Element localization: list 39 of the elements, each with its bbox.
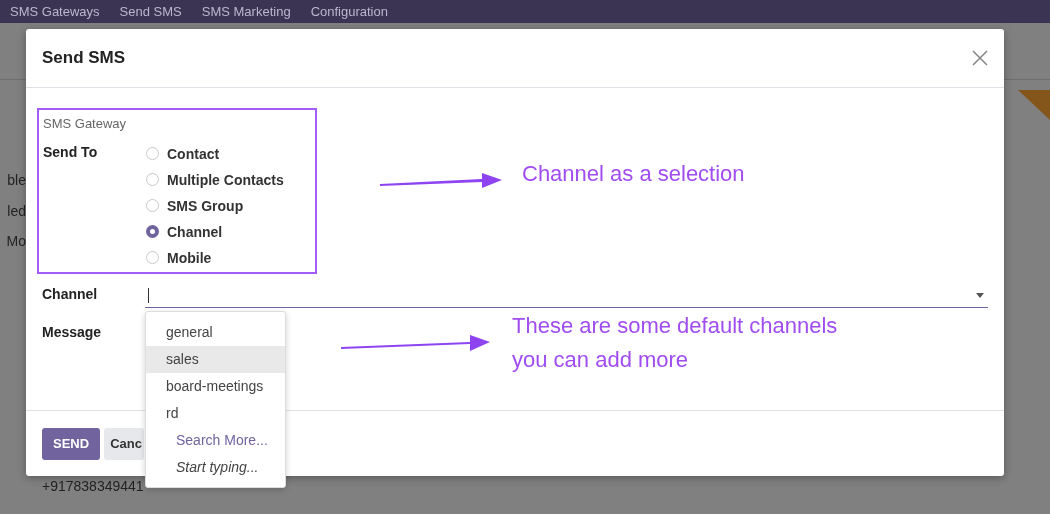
phone-number: +917838349441: [42, 478, 144, 494]
background-text: ble: [7, 172, 26, 188]
dropdown-option[interactable]: general: [146, 319, 285, 346]
radio-option[interactable]: Multiple Contacts: [146, 170, 284, 189]
cancel-button[interactable]: Canc: [104, 427, 145, 460]
annotation-text: you can add more: [512, 346, 690, 374]
annotation-text: Channel as a selection: [522, 160, 745, 188]
dialog-title: Send SMS: [42, 48, 126, 68]
dropdown-option[interactable]: rd: [146, 400, 285, 427]
radio-option[interactable]: Mobile: [146, 248, 212, 267]
radio-option[interactable]: Channel: [146, 222, 223, 241]
send-button[interactable]: SEND: [42, 427, 101, 460]
field-label: Channel: [42, 286, 99, 302]
caret-icon[interactable]: [976, 293, 984, 298]
text-cursor: [148, 288, 149, 303]
background-text: led: [7, 203, 26, 219]
annotation-text: These are some default channels: [512, 312, 838, 340]
nav-menu-item[interactable]: Send SMS: [119, 4, 182, 19]
close-icon[interactable]: [972, 50, 988, 66]
radio-option[interactable]: SMS Group: [146, 196, 244, 215]
background-text: Mo: [6, 233, 26, 249]
nav-menu-item[interactable]: SMS Gateways: [10, 4, 100, 19]
field-label: Message: [42, 324, 103, 340]
corner-ribbon: [1018, 90, 1050, 120]
nav-menu-item[interactable]: Configuration: [310, 4, 388, 19]
radio-icon[interactable]: [146, 147, 159, 160]
nav-menu-item[interactable]: SMS Marketing: [201, 4, 291, 19]
dropdown-option[interactable]: board-meetings: [146, 373, 285, 400]
field-label: Send To: [43, 144, 99, 162]
hint-text: Start typing...: [175, 458, 260, 477]
search-more-link[interactable]: Search More...: [146, 427, 285, 454]
radio-checked-icon[interactable]: [146, 225, 159, 238]
section-label: SMS Gateway: [43, 116, 128, 131]
dropdown-option[interactable]: sales: [146, 346, 285, 373]
radio-option[interactable]: Contact: [146, 144, 220, 163]
channel-field[interactable]: [145, 286, 988, 308]
radio-icon[interactable]: [146, 199, 159, 212]
radio-icon[interactable]: [146, 173, 159, 186]
radio-icon[interactable]: [146, 251, 159, 264]
